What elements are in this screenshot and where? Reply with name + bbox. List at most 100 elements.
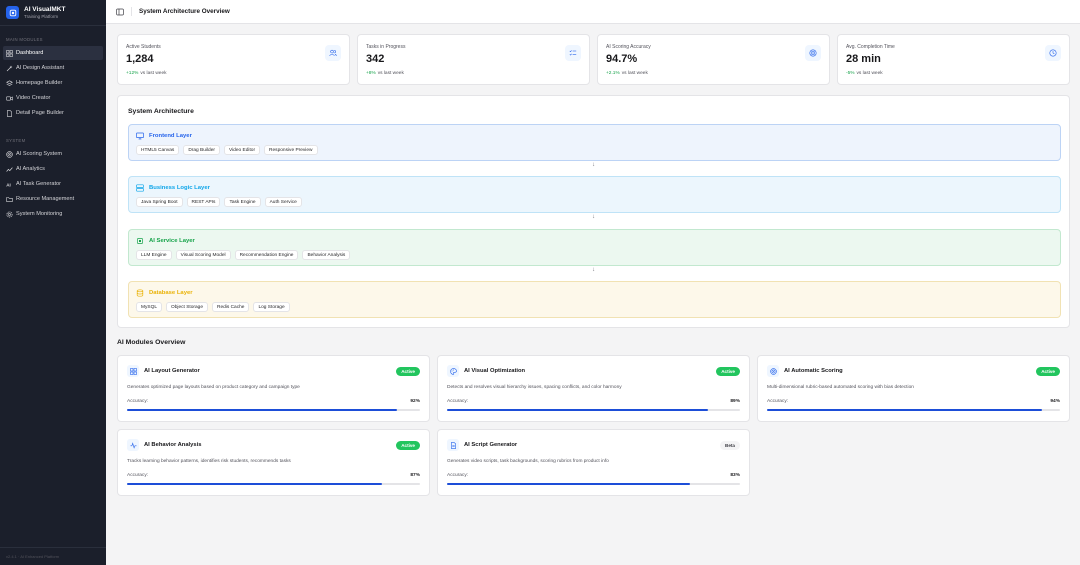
layer-tag: Responsive Preview xyxy=(264,145,318,155)
stat-change: +8% vs last week xyxy=(366,71,404,76)
module-name: AI Layout Generator xyxy=(144,368,200,374)
section-label-system: SYSTEM xyxy=(6,138,26,143)
module-card-ai-script-generator[interactable]: AI Script Generator Beta Generates video… xyxy=(437,429,750,496)
sidebar-item-video-creator[interactable]: Video Creator xyxy=(3,91,103,105)
layer-tag: REST APIs xyxy=(186,197,221,207)
target-icon xyxy=(805,45,821,61)
sidebar-item-label: AI Design Assistant xyxy=(16,65,65,71)
sidebar-item-ai-design-assistant[interactable]: AI Design Assistant xyxy=(3,61,103,75)
stat-delta: +8% xyxy=(366,71,376,76)
target-icon xyxy=(767,365,779,377)
module-name: AI Visual Optimization xyxy=(464,368,526,374)
sidebar-item-ai-analytics[interactable]: AI Analytics xyxy=(3,162,103,176)
layer-business-logic[interactable]: Business Logic Layer Java Spring Boot RE… xyxy=(128,176,1061,213)
layer-tag: Java Spring Boot xyxy=(136,197,183,207)
file-icon xyxy=(6,109,13,117)
accuracy-bar xyxy=(447,409,740,411)
brand-logo-icon xyxy=(6,6,19,19)
stat-card-ai-scoring-accuracy: AI Scoring Accuracy 94.7% +2.1% vs last w… xyxy=(597,34,830,85)
accuracy-label: Accuracy: xyxy=(447,399,469,404)
accuracy-value: 92% xyxy=(410,399,420,404)
layer-tag: Recommendation Engine xyxy=(234,250,299,260)
layer-name: Business Logic Layer xyxy=(149,185,210,191)
sidebar-item-label: Resource Management xyxy=(16,196,75,202)
stat-value: 28 min xyxy=(846,53,881,65)
accuracy-label: Accuracy: xyxy=(767,399,789,404)
layer-tag: Visual Scoring Model xyxy=(175,250,231,260)
layer-tag: Auth Service xyxy=(264,197,302,207)
sidebar-item-ai-scoring-system[interactable]: AI Scoring System xyxy=(3,147,103,161)
sidebar-item-label: AI Task Generator xyxy=(16,181,61,187)
module-description: Tracks learning behavior patterns, ident… xyxy=(127,459,291,464)
layer-database[interactable]: Database Layer MySQL Object Storage Redi… xyxy=(128,281,1061,318)
stat-card-active-students: Active Students 1,284 +12% vs last week xyxy=(117,34,350,85)
sidebar-item-detail-page-builder[interactable]: Detail Page Builder xyxy=(3,106,103,120)
accuracy-bar-fill xyxy=(127,409,397,411)
stat-value: 94.7% xyxy=(606,53,638,65)
stat-card-tasks-in-progress: Tasks in Progress 342 +8% vs last week xyxy=(357,34,590,85)
accuracy-bar-fill xyxy=(447,409,708,411)
flow-arrow-icon: ↓ xyxy=(592,214,595,220)
grid-icon xyxy=(6,49,13,57)
accuracy-bar-fill xyxy=(447,483,691,485)
module-card-ai-behavior-analysis[interactable]: AI Behavior Analysis Active Tracks learn… xyxy=(117,429,430,496)
sidebar-item-homepage-builder[interactable]: Homepage Builder xyxy=(3,76,103,90)
document-icon xyxy=(447,439,459,451)
cpu-icon xyxy=(136,237,144,245)
accuracy-bar xyxy=(127,409,420,411)
brand[interactable]: AI VisualMKT Training Platform xyxy=(0,0,106,26)
stat-value: 342 xyxy=(366,53,385,65)
layer-frontend[interactable]: Frontend Layer HTML5 Canvas Drag Builder… xyxy=(128,124,1061,161)
accuracy-value: 83% xyxy=(730,473,740,478)
topbar: System Architecture Overview xyxy=(106,0,1080,24)
stat-card-avg-completion-time: Avg. Completion Time 28 min -5% vs last w… xyxy=(837,34,1070,85)
sidebar-item-label: Homepage Builder xyxy=(16,80,63,86)
layer-ai-service[interactable]: AI Service Layer LLM Engine Visual Scori… xyxy=(128,229,1061,266)
stat-change: -5% vs last week xyxy=(846,71,883,76)
status-badge: Active xyxy=(716,367,740,376)
accuracy-bar xyxy=(127,483,420,485)
ai-icon: AI xyxy=(6,181,13,188)
modules-title: AI Modules Overview xyxy=(117,339,186,346)
sidebar-item-dashboard[interactable]: Dashboard xyxy=(3,46,103,60)
flow-arrow-icon: ↓ xyxy=(592,162,595,168)
list-check-icon xyxy=(565,45,581,61)
stat-label: Tasks in Progress xyxy=(366,44,406,50)
layout-grid-icon xyxy=(127,365,139,377)
stat-delta: +2.1% xyxy=(606,71,620,76)
target-icon xyxy=(6,150,13,158)
status-badge: Active xyxy=(396,367,420,376)
activity-icon xyxy=(127,439,139,451)
video-icon xyxy=(6,95,13,102)
wand-icon xyxy=(6,65,13,72)
chart-icon xyxy=(6,166,13,173)
database-icon xyxy=(136,289,144,297)
clock-icon xyxy=(1045,45,1061,61)
status-badge: Active xyxy=(1036,367,1060,376)
sidebar-item-label: AI Scoring System xyxy=(16,151,63,157)
layer-name: Database Layer xyxy=(149,290,193,296)
gear-icon xyxy=(6,211,13,218)
monitor-icon xyxy=(136,132,144,140)
sidebar-toggle-icon[interactable] xyxy=(116,8,124,16)
status-badge: Active xyxy=(396,441,420,450)
sidebar-item-label: Detail Page Builder xyxy=(16,110,64,116)
stat-suffix: vs last week xyxy=(621,71,648,76)
module-card-ai-visual-optimization[interactable]: AI Visual Optimization Active Detects an… xyxy=(437,355,750,422)
module-card-ai-automatic-scoring[interactable]: AI Automatic Scoring Active Multi-dimens… xyxy=(757,355,1070,422)
section-label-main: MAIN MODULES xyxy=(6,37,43,42)
sidebar-item-resource-management[interactable]: Resource Management xyxy=(3,192,103,206)
svg-text:AI: AI xyxy=(6,182,11,187)
stat-value: 1,284 xyxy=(126,53,154,65)
module-card-ai-layout-generator[interactable]: AI Layout Generator Active Generates opt… xyxy=(117,355,430,422)
folder-icon xyxy=(6,196,13,203)
stat-change: +2.1% vs last week xyxy=(606,71,648,76)
sidebar-item-label: AI Analytics xyxy=(16,166,45,172)
layer-tag: Video Editor xyxy=(224,145,261,155)
sidebar-item-system-monitoring[interactable]: System Monitoring xyxy=(3,207,103,221)
palette-icon xyxy=(447,365,459,377)
stat-label: Avg. Completion Time xyxy=(846,44,895,50)
sidebar-item-ai-task-generator[interactable]: AI AI Task Generator xyxy=(3,177,103,191)
accuracy-bar-fill xyxy=(767,409,1043,411)
accuracy-value: 87% xyxy=(410,473,420,478)
